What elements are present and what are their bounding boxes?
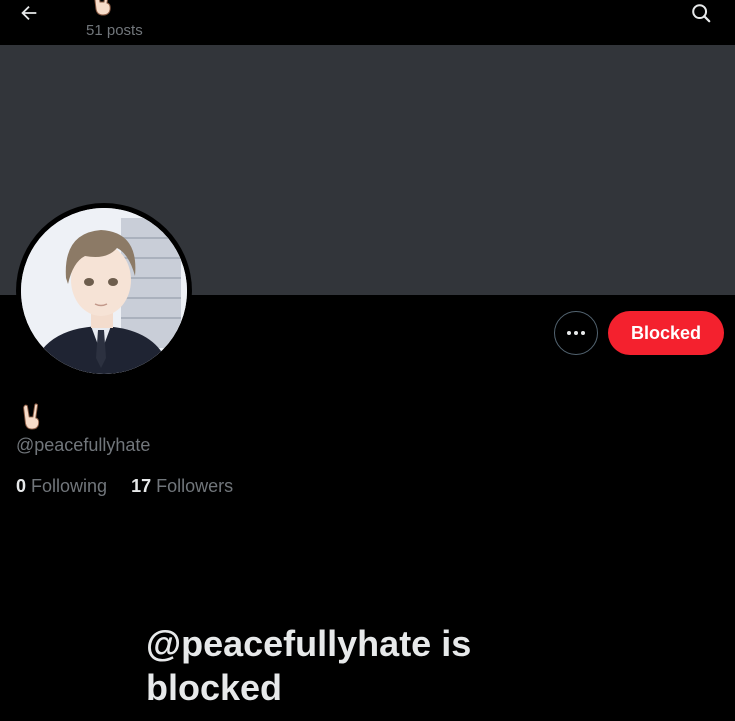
following-label: Following [31, 476, 108, 496]
following-link[interactable]: 0 Following [16, 476, 107, 497]
follow-stats: 0 Following 17 Followers [16, 476, 257, 497]
avatar[interactable] [16, 203, 192, 379]
top-bar: 51 posts [0, 0, 735, 45]
profile-handle: @peacefullyhate [16, 435, 151, 455]
followers-count: 17 [131, 476, 152, 496]
back-button[interactable] [12, 0, 46, 26]
more-options-button[interactable] [554, 311, 598, 355]
search-button[interactable] [684, 0, 718, 26]
post-count: 51 posts [86, 22, 143, 39]
avatar-image [21, 208, 187, 374]
blocked-notice-title: @peacefullyhate is blocked [146, 623, 472, 708]
search-icon [692, 4, 711, 23]
followers-label: Followers [156, 476, 234, 496]
followers-link[interactable]: 17 Followers [131, 476, 233, 497]
more-dots-icon [567, 331, 585, 335]
blocked-button[interactable]: Blocked [608, 311, 724, 355]
following-count: 0 [16, 476, 27, 496]
victory-hand-emoji-icon [90, 0, 116, 16]
display-name-emoji-icon [18, 402, 48, 430]
arrow-left-icon [21, 5, 37, 21]
